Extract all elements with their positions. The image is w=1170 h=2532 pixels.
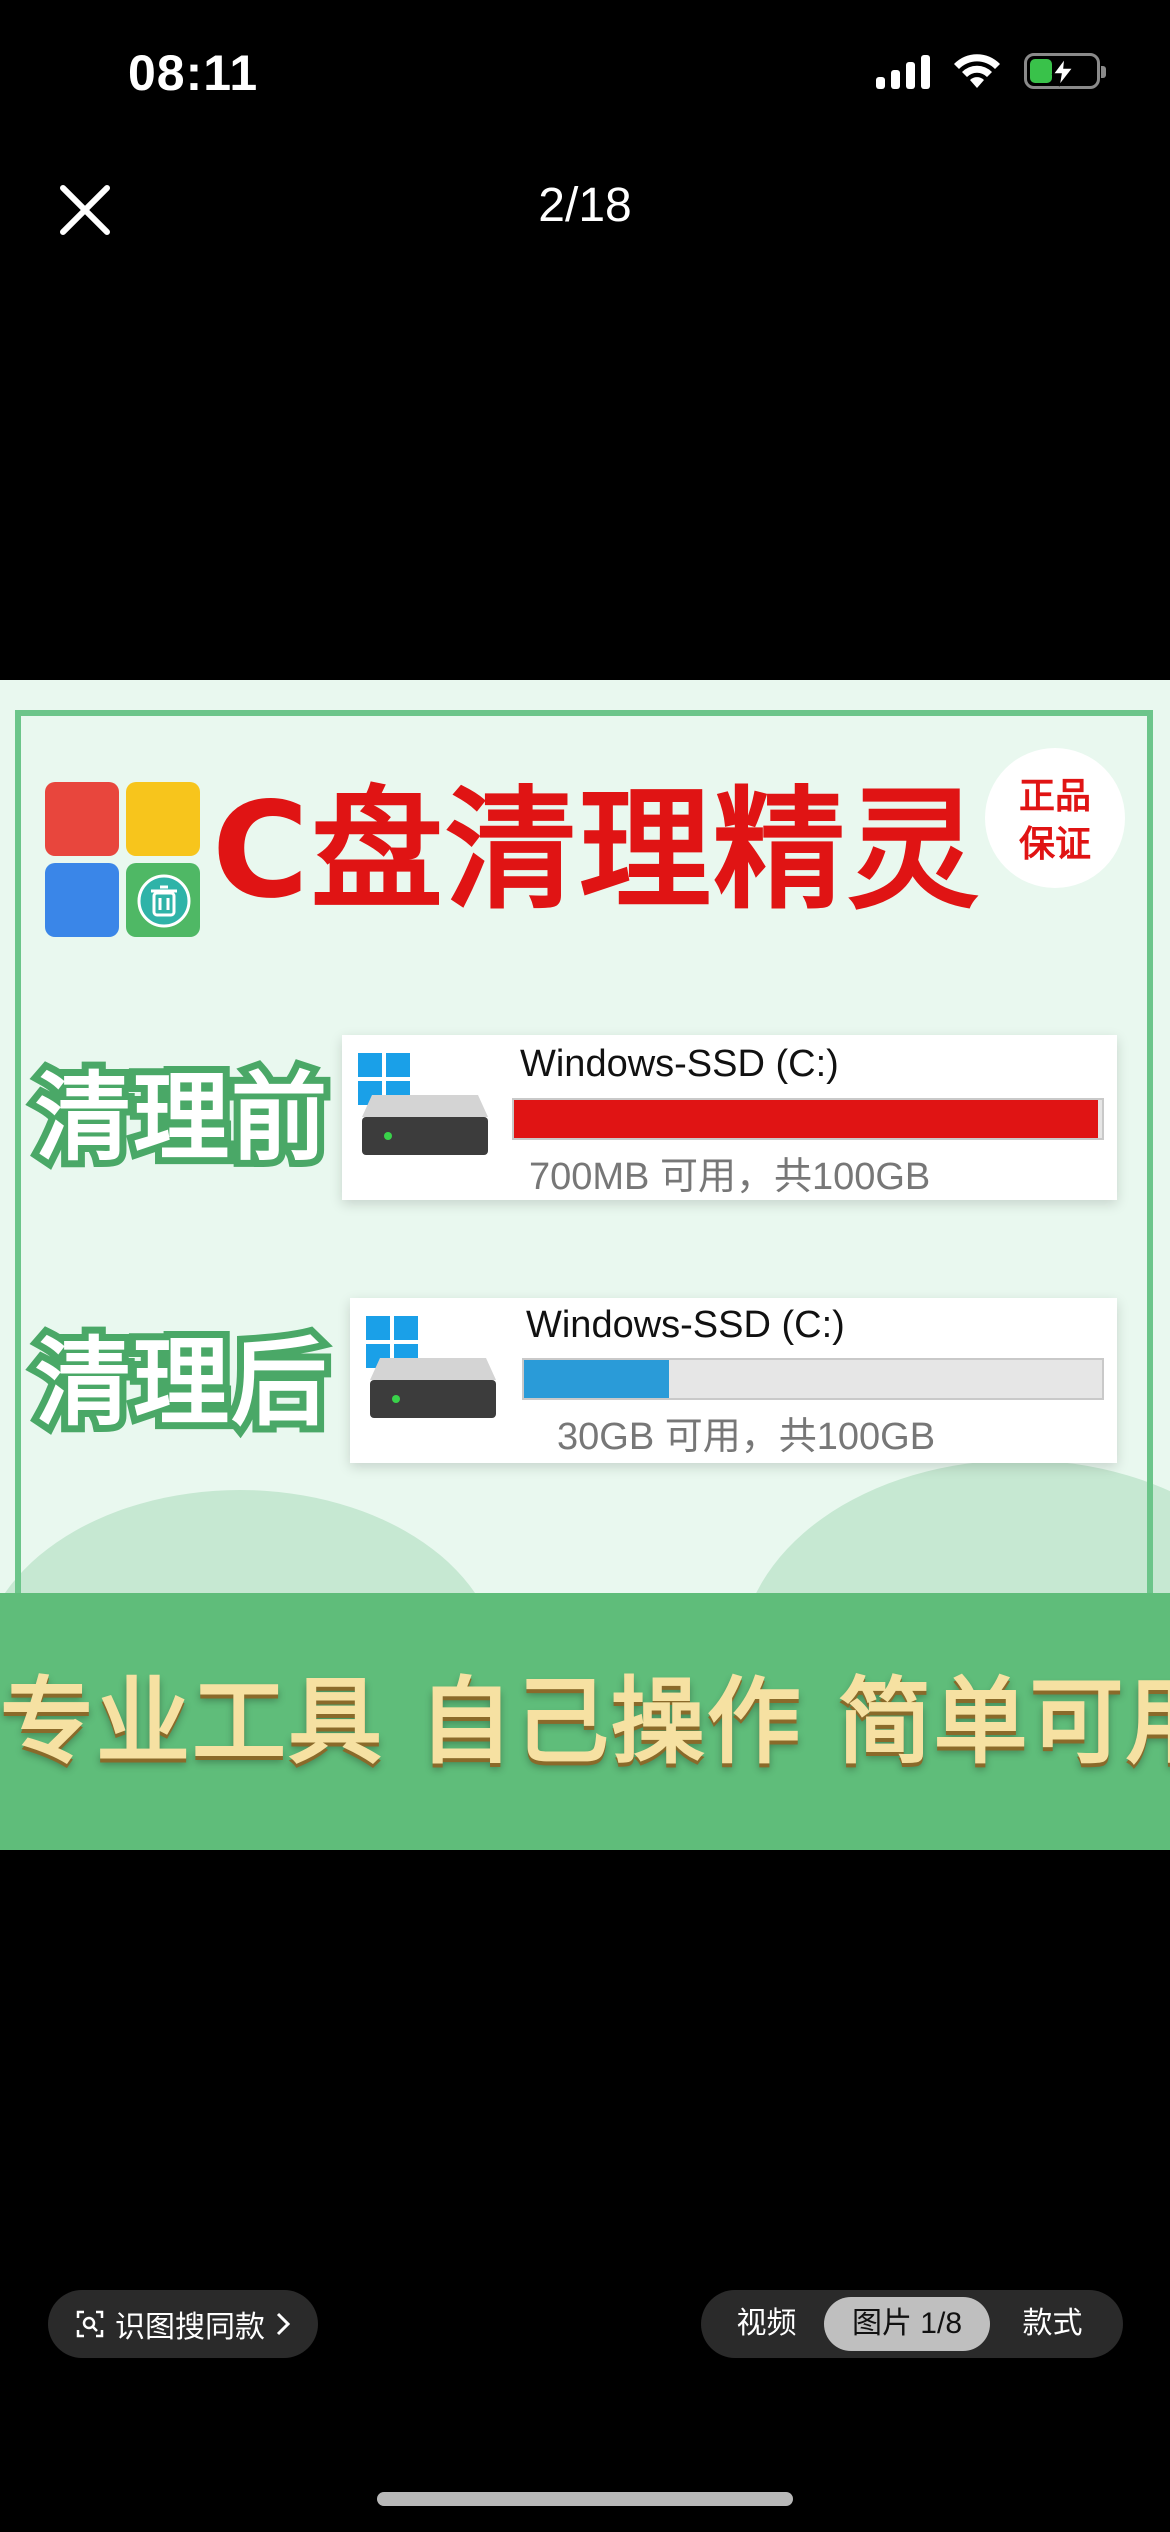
badge-line-2: 保证 xyxy=(1018,823,1091,864)
after-label: 清理后 xyxy=(28,1327,334,1439)
promo-title: C盘清理精灵 xyxy=(212,774,981,928)
drive-card-after: Windows-SSD (C:) 30GB 可用，共100GB xyxy=(350,1298,1117,1463)
tab-images[interactable]: 图片 1/8 xyxy=(824,2297,990,2351)
find-similar-button[interactable]: 识图搜同款 xyxy=(48,2290,318,2358)
home-indicator[interactable] xyxy=(377,2492,793,2506)
status-time: 08:11 xyxy=(128,45,259,101)
status-icons xyxy=(876,52,1106,90)
app-logo-icon xyxy=(45,782,200,937)
storage-usage-bar xyxy=(522,1358,1104,1400)
product-image[interactable]: C盘清理精灵 正品保证 清理前 Windows-SSD (C:) 700MB 可… xyxy=(0,680,1170,1850)
slogan-band: 专业工具 自己操作 简单可用 xyxy=(0,1593,1170,1850)
chevron-right-icon xyxy=(276,2312,291,2336)
page-counter: 2/18 xyxy=(538,179,632,232)
storage-usage-fill xyxy=(514,1100,1098,1138)
storage-usage-fill xyxy=(524,1360,669,1398)
drive-name: Windows-SSD (C:) xyxy=(520,1043,839,1085)
trash-icon xyxy=(137,874,191,928)
drive-free-space: 30GB 可用，共100GB xyxy=(557,1416,936,1458)
promo-slogan: 专业工具 自己操作 简单可用 xyxy=(0,1668,1170,1777)
battery-charging-icon xyxy=(1024,53,1106,89)
tab-video[interactable]: 视频 xyxy=(709,2297,824,2351)
cellular-signal-icon xyxy=(876,53,930,89)
drive-name: Windows-SSD (C:) xyxy=(526,1304,845,1346)
before-label: 清理前 xyxy=(28,1062,334,1174)
tab-styles[interactable]: 款式 xyxy=(990,2297,1115,2351)
badge-line-1: 正品 xyxy=(1018,775,1091,816)
find-similar-label: 识图搜同款 xyxy=(115,2311,265,2344)
drive-card-before: Windows-SSD (C:) 700MB 可用，共100GB xyxy=(342,1035,1117,1200)
media-tabs: 视频 图片 1/8 款式 xyxy=(701,2290,1123,2358)
hard-drive-icon xyxy=(370,1358,496,1418)
wifi-icon xyxy=(954,54,1000,88)
drive-free-space: 700MB 可用，共100GB xyxy=(529,1156,931,1198)
authentic-badge: 正品 保证 xyxy=(985,748,1125,888)
hard-drive-icon xyxy=(362,1095,488,1155)
image-search-icon xyxy=(76,2310,104,2338)
storage-usage-bar xyxy=(512,1098,1104,1140)
